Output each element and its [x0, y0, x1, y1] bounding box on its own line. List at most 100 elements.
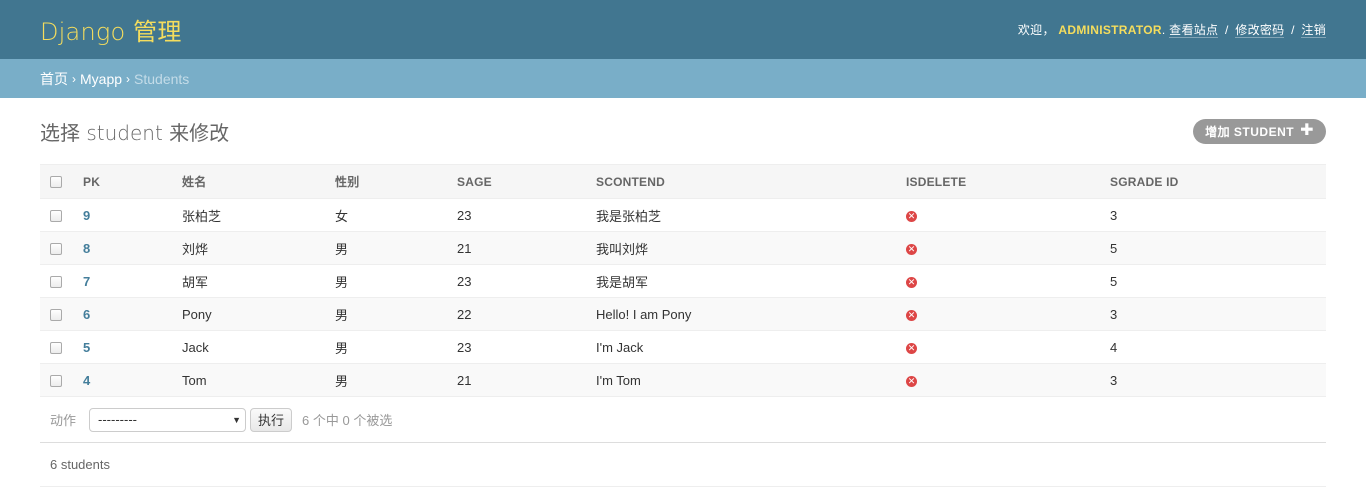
age-cell: 21 — [447, 231, 586, 265]
isdelete-cell: ✕ — [896, 363, 1100, 397]
add-student-label: 增加 STUDENT — [1205, 124, 1295, 139]
breadcrumb-home[interactable]: 首页 — [40, 69, 68, 89]
breadcrumb-separator: › — [126, 71, 131, 86]
add-student-button[interactable]: 增加 STUDENT ✚ — [1193, 118, 1326, 144]
boolean-false-icon: ✕ — [906, 375, 917, 387]
table-row: 4 Tom 男 21 I'm Tom ✕ 3 — [40, 363, 1326, 397]
grade-cell: 3 — [1100, 297, 1326, 331]
pk-cell: 6 — [73, 297, 172, 331]
age-cell: 23 — [447, 198, 586, 232]
age-cell: 23 — [447, 330, 586, 364]
row-checkbox[interactable] — [50, 243, 62, 256]
username-period: . — [1161, 23, 1166, 37]
boolean-false-icon: ✕ — [906, 243, 917, 255]
chevron-down-icon: ▼ — [232, 414, 242, 425]
welcome-text: 欢迎， — [1017, 23, 1055, 37]
name-cell: 刘烨 — [172, 231, 325, 265]
site-branding[interactable]: Django 管理 — [40, 12, 182, 47]
row-checkbox[interactable] — [50, 309, 62, 322]
name-cell: 张柏芝 — [172, 198, 325, 232]
row-select-cell — [40, 231, 73, 265]
view-site-link[interactable]: 查看站点 — [1169, 23, 1219, 38]
row-select-cell — [40, 363, 73, 397]
action-select[interactable]: --------- ▼ — [89, 407, 247, 432]
pk-cell: 9 — [73, 198, 172, 232]
pk-link[interactable]: 6 — [83, 307, 90, 322]
content-cell: 我是胡军 — [586, 264, 896, 298]
sex-cell: 男 — [325, 231, 447, 265]
result-count: 6 students — [50, 457, 110, 472]
table-row: 6 Pony 男 22 Hello! I am Pony ✕ 3 — [40, 297, 1326, 331]
pk-cell: 8 — [73, 231, 172, 265]
boolean-false-icon: ✕ — [906, 309, 917, 321]
boolean-false-icon: ✕ — [906, 276, 917, 288]
content-cell: Hello! I am Pony — [586, 297, 896, 331]
row-select-cell — [40, 297, 73, 331]
content: 选择 student 来修改 增加 STUDENT ✚ PK 姓名 性别 SAG… — [0, 98, 1366, 487]
age-cell: 22 — [447, 297, 586, 331]
grade-cell: 4 — [1100, 330, 1326, 364]
page-title: 选择 student 来修改 — [40, 120, 230, 145]
column-header-scontend[interactable]: SCONTEND — [586, 164, 896, 199]
column-header-sex[interactable]: 性别 — [325, 164, 447, 199]
table-row: 9 张柏芝女 23 我是张柏芝 ✕ 3 — [40, 198, 1326, 232]
grade-cell: 5 — [1100, 231, 1326, 265]
boolean-false-icon: ✕ — [906, 342, 917, 354]
pk-cell: 5 — [73, 330, 172, 364]
breadcrumb-app[interactable]: Myapp — [80, 71, 122, 87]
isdelete-cell: ✕ — [896, 231, 1100, 265]
pk-link[interactable]: 9 — [83, 208, 90, 223]
sex-cell: 男 — [325, 264, 447, 298]
grade-cell: 5 — [1100, 264, 1326, 298]
run-action-button[interactable]: 执行 — [250, 407, 293, 432]
sex-cell: 男 — [325, 330, 447, 364]
column-header-sgrade-id[interactable]: SGRADE ID — [1100, 164, 1326, 199]
name-cell: Pony — [172, 297, 325, 331]
content-cell: I'm Jack — [586, 330, 896, 364]
grade-cell: 3 — [1100, 198, 1326, 232]
content-cell: 我叫刘烨 — [586, 231, 896, 265]
logout-link[interactable]: 注销 — [1301, 23, 1326, 38]
pk-link[interactable]: 5 — [83, 340, 90, 355]
change-password-link[interactable]: 修改密码 — [1235, 23, 1285, 38]
row-select-cell — [40, 264, 73, 298]
sex-cell: 男 — [325, 297, 447, 331]
table-row: 7 胡军男 23 我是胡军 ✕ 5 — [40, 264, 1326, 298]
row-checkbox[interactable] — [50, 375, 62, 388]
isdelete-cell: ✕ — [896, 297, 1100, 331]
action-select-value: --------- — [98, 412, 137, 427]
content-cell: I'm Tom — [586, 363, 896, 397]
column-header-pk[interactable]: PK — [73, 164, 172, 199]
column-header-sage[interactable]: SAGE — [447, 164, 586, 199]
separator: / — [1224, 23, 1229, 37]
age-cell: 23 — [447, 264, 586, 298]
row-checkbox[interactable] — [50, 342, 62, 355]
table-header-row: PK 姓名 性别 SAGE SCONTEND ISDELETE SGRADE I… — [40, 164, 1326, 199]
pk-link[interactable]: 8 — [83, 241, 90, 256]
row-select-cell — [40, 330, 73, 364]
sex-cell: 男 — [325, 363, 447, 397]
name-cell: 胡军 — [172, 264, 325, 298]
breadcrumb-current: Students — [134, 70, 190, 87]
select-all-checkbox[interactable] — [50, 176, 62, 189]
column-header-name[interactable]: 姓名 — [172, 164, 325, 199]
content-cell: 我是张柏芝 — [586, 198, 896, 232]
pk-cell: 7 — [73, 264, 172, 298]
grade-cell: 3 — [1100, 363, 1326, 397]
boolean-false-icon: ✕ — [906, 210, 917, 222]
name-cell: Jack — [172, 330, 325, 364]
name-cell: Tom — [172, 363, 325, 397]
row-checkbox[interactable] — [50, 210, 62, 223]
username: ADMINISTRATOR — [1058, 23, 1162, 37]
header: Django 管理 欢迎， ADMINISTRATOR. 查看站点 / 修改密码… — [0, 0, 1366, 59]
pk-cell: 4 — [73, 363, 172, 397]
isdelete-cell: ✕ — [896, 198, 1100, 232]
column-header-isdelete[interactable]: ISDELETE — [896, 164, 1100, 199]
pk-link[interactable]: 4 — [83, 373, 90, 388]
row-checkbox[interactable] — [50, 276, 62, 289]
actions-label: 动作 — [50, 413, 77, 428]
user-tools: 欢迎， ADMINISTRATOR. 查看站点 / 修改密码 / 注销 — [1018, 21, 1326, 38]
age-cell: 21 — [447, 363, 586, 397]
selection-counter: 6 个中 0 个被选 — [302, 413, 393, 428]
pk-link[interactable]: 7 — [83, 274, 90, 289]
